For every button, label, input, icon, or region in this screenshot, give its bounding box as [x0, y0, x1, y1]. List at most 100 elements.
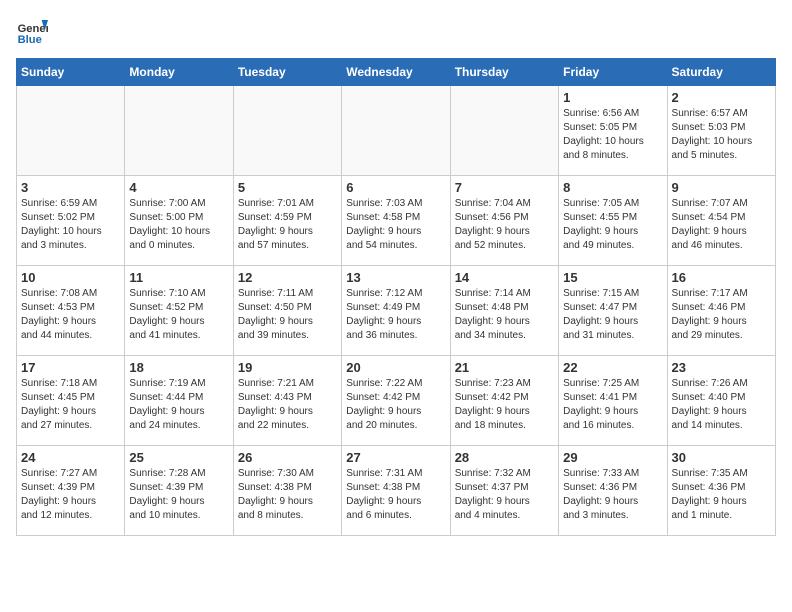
day-cell: 26 Sunrise: 7:30 AM Sunset: 4:38 PM Dayli… [233, 446, 341, 536]
day-detail: Sunrise: 7:03 AM Sunset: 4:58 PM Dayligh… [346, 197, 445, 253]
day-cell: 19 Sunrise: 7:21 AM Sunset: 4:43 PM Dayli… [233, 356, 341, 446]
day-number: 11 [129, 270, 228, 285]
day-detail: Sunrise: 7:27 AM Sunset: 4:39 PM Dayligh… [21, 467, 120, 523]
day-cell: 4 Sunrise: 7:00 AM Sunset: 5:00 PM Daylig… [125, 176, 233, 266]
day-detail: Sunrise: 6:59 AM Sunset: 5:02 PM Dayligh… [21, 197, 120, 253]
day-cell: 22 Sunrise: 7:25 AM Sunset: 4:41 PM Dayli… [559, 356, 667, 446]
day-number: 29 [563, 450, 662, 465]
day-cell: 20 Sunrise: 7:22 AM Sunset: 4:42 PM Dayli… [342, 356, 450, 446]
day-detail: Sunrise: 6:56 AM Sunset: 5:05 PM Dayligh… [563, 107, 662, 163]
day-number: 8 [563, 180, 662, 195]
calendar-table: SundayMondayTuesdayWednesdayThursdayFrid… [16, 58, 776, 536]
day-cell: 6 Sunrise: 7:03 AM Sunset: 4:58 PM Daylig… [342, 176, 450, 266]
day-detail: Sunrise: 7:01 AM Sunset: 4:59 PM Dayligh… [238, 197, 337, 253]
day-cell: 1 Sunrise: 6:56 AM Sunset: 5:05 PM Daylig… [559, 86, 667, 176]
day-cell: 25Sunrise: 7:28 AM Sunset: 4:39 PM Dayli… [125, 446, 233, 536]
col-header-wednesday: Wednesday [342, 59, 450, 86]
day-number: 13 [346, 270, 445, 285]
day-detail: Sunrise: 7:15 AM Sunset: 4:47 PM Dayligh… [563, 287, 662, 343]
day-detail: Sunrise: 7:10 AM Sunset: 4:52 PM Dayligh… [129, 287, 228, 343]
day-detail: Sunrise: 7:21 AM Sunset: 4:43 PM Dayligh… [238, 377, 337, 433]
day-cell: 16 Sunrise: 7:17 AM Sunset: 4:46 PM Dayli… [667, 266, 775, 356]
day-number: 19 [238, 360, 337, 375]
day-detail: Sunrise: 7:00 AM Sunset: 5:00 PM Dayligh… [129, 197, 228, 253]
day-detail: Sunrise: 7:28 AM Sunset: 4:39 PM Dayligh… [129, 467, 228, 523]
day-detail: Sunrise: 7:26 AM Sunset: 4:40 PM Dayligh… [672, 377, 771, 433]
day-number: 3 [21, 180, 120, 195]
day-number: 10 [21, 270, 120, 285]
day-cell: 15 Sunrise: 7:15 AM Sunset: 4:47 PM Dayli… [559, 266, 667, 356]
header: General Blue [16, 16, 776, 48]
day-number: 23 [672, 360, 771, 375]
day-cell [342, 86, 450, 176]
day-cell [233, 86, 341, 176]
day-number: 6 [346, 180, 445, 195]
day-number: 26 [238, 450, 337, 465]
day-cell: 12 Sunrise: 7:11 AM Sunset: 4:50 PM Dayli… [233, 266, 341, 356]
day-cell: 7 Sunrise: 7:04 AM Sunset: 4:56 PM Daylig… [450, 176, 558, 266]
day-detail: Sunrise: 7:32 AM Sunset: 4:37 PM Dayligh… [455, 467, 554, 523]
day-cell: 13 Sunrise: 7:12 AM Sunset: 4:49 PM Dayli… [342, 266, 450, 356]
day-number: 17 [21, 360, 120, 375]
day-detail: Sunrise: 7:11 AM Sunset: 4:50 PM Dayligh… [238, 287, 337, 343]
col-header-tuesday: Tuesday [233, 59, 341, 86]
day-detail: Sunrise: 7:07 AM Sunset: 4:54 PM Dayligh… [672, 197, 771, 253]
week-row-4: 17 Sunrise: 7:18 AM Sunset: 4:45 PM Dayli… [17, 356, 776, 446]
day-number: 4 [129, 180, 228, 195]
day-cell: 24 Sunrise: 7:27 AM Sunset: 4:39 PM Dayli… [17, 446, 125, 536]
day-detail: Sunrise: 7:05 AM Sunset: 4:55 PM Dayligh… [563, 197, 662, 253]
day-cell [125, 86, 233, 176]
day-detail: Sunrise: 6:57 AM Sunset: 5:03 PM Dayligh… [672, 107, 771, 163]
day-detail: Sunrise: 7:18 AM Sunset: 4:45 PM Dayligh… [21, 377, 120, 433]
day-cell: 30 Sunrise: 7:35 AM Sunset: 4:36 PM Dayli… [667, 446, 775, 536]
day-cell [17, 86, 125, 176]
day-cell: 9Sunrise: 7:07 AM Sunset: 4:54 PM Daylig… [667, 176, 775, 266]
day-number: 24 [21, 450, 120, 465]
col-header-monday: Monday [125, 59, 233, 86]
col-header-friday: Friday [559, 59, 667, 86]
day-detail: Sunrise: 7:30 AM Sunset: 4:38 PM Dayligh… [238, 467, 337, 523]
day-number: 12 [238, 270, 337, 285]
week-row-3: 10 Sunrise: 7:08 AM Sunset: 4:53 PM Dayli… [17, 266, 776, 356]
day-number: 16 [672, 270, 771, 285]
day-detail: Sunrise: 7:04 AM Sunset: 4:56 PM Dayligh… [455, 197, 554, 253]
header-row: SundayMondayTuesdayWednesdayThursdayFrid… [17, 59, 776, 86]
day-detail: Sunrise: 7:19 AM Sunset: 4:44 PM Dayligh… [129, 377, 228, 433]
day-detail: Sunrise: 7:08 AM Sunset: 4:53 PM Dayligh… [21, 287, 120, 343]
day-cell: 18 Sunrise: 7:19 AM Sunset: 4:44 PM Dayli… [125, 356, 233, 446]
week-row-2: 3 Sunrise: 6:59 AM Sunset: 5:02 PM Daylig… [17, 176, 776, 266]
day-cell: 5Sunrise: 7:01 AM Sunset: 4:59 PM Daylig… [233, 176, 341, 266]
day-number: 21 [455, 360, 554, 375]
day-number: 15 [563, 270, 662, 285]
day-number: 18 [129, 360, 228, 375]
day-number: 7 [455, 180, 554, 195]
day-number: 27 [346, 450, 445, 465]
day-detail: Sunrise: 7:25 AM Sunset: 4:41 PM Dayligh… [563, 377, 662, 433]
day-detail: Sunrise: 7:17 AM Sunset: 4:46 PM Dayligh… [672, 287, 771, 343]
day-cell: 17 Sunrise: 7:18 AM Sunset: 4:45 PM Dayli… [17, 356, 125, 446]
day-cell: 14Sunrise: 7:14 AM Sunset: 4:48 PM Dayli… [450, 266, 558, 356]
day-number: 20 [346, 360, 445, 375]
day-detail: Sunrise: 7:31 AM Sunset: 4:38 PM Dayligh… [346, 467, 445, 523]
day-detail: Sunrise: 7:23 AM Sunset: 4:42 PM Dayligh… [455, 377, 554, 433]
day-cell: 11 Sunrise: 7:10 AM Sunset: 4:52 PM Dayli… [125, 266, 233, 356]
day-detail: Sunrise: 7:35 AM Sunset: 4:36 PM Dayligh… [672, 467, 771, 523]
day-cell: 3 Sunrise: 6:59 AM Sunset: 5:02 PM Daylig… [17, 176, 125, 266]
day-cell: 8 Sunrise: 7:05 AM Sunset: 4:55 PM Daylig… [559, 176, 667, 266]
day-detail: Sunrise: 7:14 AM Sunset: 4:48 PM Dayligh… [455, 287, 554, 343]
day-detail: Sunrise: 7:33 AM Sunset: 4:36 PM Dayligh… [563, 467, 662, 523]
week-row-5: 24 Sunrise: 7:27 AM Sunset: 4:39 PM Dayli… [17, 446, 776, 536]
day-cell: 29 Sunrise: 7:33 AM Sunset: 4:36 PM Dayli… [559, 446, 667, 536]
day-number: 2 [672, 90, 771, 105]
day-cell: 2 Sunrise: 6:57 AM Sunset: 5:03 PM Daylig… [667, 86, 775, 176]
day-cell: 27 Sunrise: 7:31 AM Sunset: 4:38 PM Dayli… [342, 446, 450, 536]
day-number: 1 [563, 90, 662, 105]
logo: General Blue [16, 16, 52, 48]
col-header-thursday: Thursday [450, 59, 558, 86]
logo-icon: General Blue [16, 16, 48, 48]
day-number: 30 [672, 450, 771, 465]
day-detail: Sunrise: 7:12 AM Sunset: 4:49 PM Dayligh… [346, 287, 445, 343]
day-number: 22 [563, 360, 662, 375]
col-header-saturday: Saturday [667, 59, 775, 86]
day-detail: Sunrise: 7:22 AM Sunset: 4:42 PM Dayligh… [346, 377, 445, 433]
